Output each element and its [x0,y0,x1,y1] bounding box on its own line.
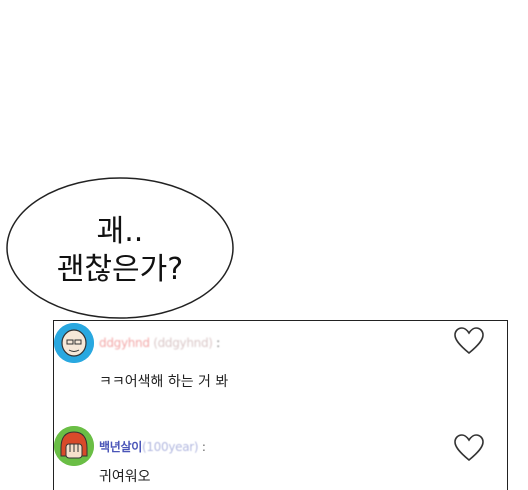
comment-username[interactable]: 백년살이(100year) : [99,438,206,455]
speech-bubble: 괘.. 괜찮은가? [4,173,236,323]
speech-line-2: 괜찮은가? [56,252,184,287]
bald-man-avatar-icon[interactable] [54,323,94,363]
speech-line-1: 괘.. [96,214,144,249]
speech-bubble-text: 괘.. 괜찮은가? [4,213,236,289]
heart-outline-icon[interactable] [454,434,484,462]
comments-panel: ddgyhnd (ddgyhnd) : ㅋㅋ어색해 하는 거 봐 백년살이(10… [53,320,508,490]
comment-text: 귀여워오 [99,469,151,485]
heart-outline-icon[interactable] [454,327,484,355]
comment-username[interactable]: ddgyhnd (ddgyhnd) : [99,336,220,350]
red-hair-avatar-icon[interactable] [54,426,94,466]
comment-text: ㅋㅋ어색해 하는 거 봐 [99,374,229,390]
comment-item: ddgyhnd (ddgyhnd) : ㅋㅋ어색해 하는 거 봐 [54,321,507,416]
comment-item: 백년살이(100year) : 귀여워오 [54,416,507,490]
